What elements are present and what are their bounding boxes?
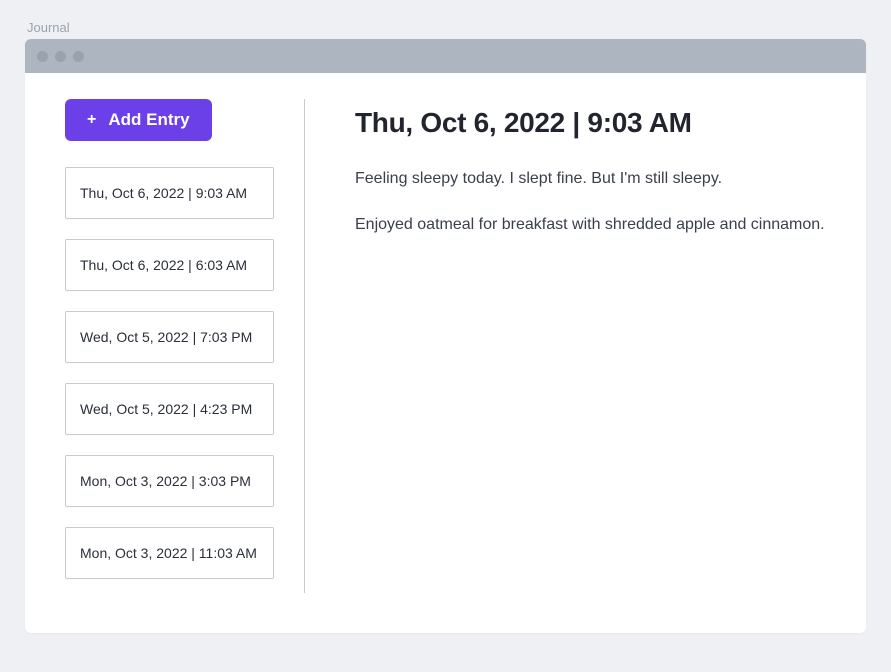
entry-item-label: Wed, Oct 5, 2022 | 7:03 PM [80, 329, 252, 345]
plus-icon: + [87, 112, 96, 128]
entry-item[interactable]: Wed, Oct 5, 2022 | 4:23 PM [65, 383, 274, 435]
entry-item-label: Mon, Oct 3, 2022 | 11:03 AM [80, 545, 257, 561]
entry-body: Feeling sleepy today. I slept fine. But … [355, 167, 826, 237]
entry-list: Thu, Oct 6, 2022 | 9:03 AM Thu, Oct 6, 2… [65, 167, 274, 579]
entry-paragraph: Feeling sleepy today. I slept fine. But … [355, 167, 826, 191]
sidebar: + Add Entry Thu, Oct 6, 2022 | 9:03 AM T… [65, 99, 305, 593]
entry-paragraph: Enjoyed oatmeal for breakfast with shred… [355, 213, 826, 237]
entry-title: Thu, Oct 6, 2022 | 9:03 AM [355, 107, 826, 139]
content-area: + Add Entry Thu, Oct 6, 2022 | 9:03 AM T… [25, 73, 866, 633]
entry-item-label: Thu, Oct 6, 2022 | 9:03 AM [80, 185, 247, 201]
entry-item[interactable]: Thu, Oct 6, 2022 | 9:03 AM [65, 167, 274, 219]
window-label: Journal [25, 20, 866, 35]
entry-item[interactable]: Thu, Oct 6, 2022 | 6:03 AM [65, 239, 274, 291]
window-dot [55, 51, 66, 62]
main-panel: Thu, Oct 6, 2022 | 9:03 AM Feeling sleep… [305, 99, 826, 593]
entry-item-label: Wed, Oct 5, 2022 | 4:23 PM [80, 401, 252, 417]
titlebar [25, 39, 866, 73]
app-window: + Add Entry Thu, Oct 6, 2022 | 9:03 AM T… [25, 39, 866, 633]
entry-item[interactable]: Wed, Oct 5, 2022 | 7:03 PM [65, 311, 274, 363]
window-dot [37, 51, 48, 62]
add-entry-label: Add Entry [108, 110, 189, 130]
window-dot [73, 51, 84, 62]
entry-item-label: Mon, Oct 3, 2022 | 3:03 PM [80, 473, 251, 489]
entry-item[interactable]: Mon, Oct 3, 2022 | 3:03 PM [65, 455, 274, 507]
entry-item-label: Thu, Oct 6, 2022 | 6:03 AM [80, 257, 247, 273]
entry-item[interactable]: Mon, Oct 3, 2022 | 11:03 AM [65, 527, 274, 579]
add-entry-button[interactable]: + Add Entry [65, 99, 212, 141]
